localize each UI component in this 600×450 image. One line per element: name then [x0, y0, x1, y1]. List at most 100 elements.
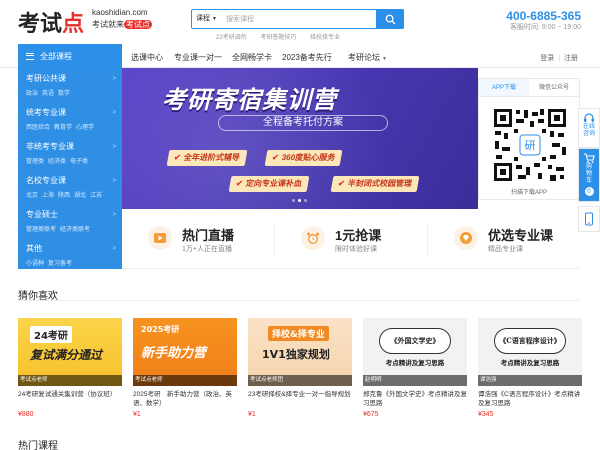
hot-link[interactable]: 22考研调剂 [216, 35, 247, 41]
category-sub-link[interactable]: 西医综合 [26, 125, 50, 131]
menu-icon [26, 52, 34, 60]
course-thumbnail: 24考研 复试满分通过 考试点老师 [18, 318, 122, 386]
course-price: ¥345 [478, 411, 494, 418]
check-icon: ✔ [271, 153, 280, 162]
category-sub-link[interactable]: 数学 [58, 91, 70, 97]
category-sub-links: 西医综合 教育学 心理学 [26, 122, 122, 131]
category-sub-link[interactable]: 英语 [42, 91, 54, 97]
feature-subtitle: 限时体验好课 [335, 246, 377, 253]
category-sub-link[interactable]: 小语种 [26, 261, 44, 267]
category-title: 非统考专业课 [26, 142, 74, 151]
course-teacher-badge: 谭浩强 [478, 375, 582, 386]
category-sub-links: 政治 英语 数学 [26, 88, 122, 97]
category-sub-link[interactable]: 经济类联考 [60, 227, 90, 233]
site-logo[interactable]: 考试点 kaoshidian.com 考试就来 考试点 [18, 6, 158, 37]
course-card[interactable]: 《C语言程序设计》 考点精讲及复习思路 谭浩强 谭浩强《C语言程序设计》考点精讲… [478, 318, 582, 418]
category-sub-link[interactable]: 江苏 [90, 193, 102, 199]
phone-icon [585, 212, 593, 226]
register-link[interactable]: 注册 [564, 55, 578, 62]
app-download-panel: APP下载 微信公众号 研 扫描下载APP [478, 78, 580, 200]
category-sub-link[interactable]: 北京 [26, 193, 38, 199]
logo-wordmark: 考试点 [18, 11, 85, 37]
carousel-dot[interactable] [292, 199, 295, 202]
course-name: 郑克鲁《外国文学史》考点精讲及复习思路 [363, 391, 467, 407]
online-consult-button[interactable]: 在线咨询 [578, 108, 600, 148]
category-title: 统考专业课 [26, 108, 66, 117]
main-nav: 全部课程 选课中心 专业课一对一 全网畅学卡 2023备考先行 考研论坛 ▼ 登录… [0, 44, 600, 68]
course-teacher-badge: 考试点老师 [133, 375, 237, 386]
category-sub-link[interactable]: 管理类 [26, 159, 44, 165]
nav-item-forum[interactable]: 考研论坛 ▼ [348, 52, 387, 63]
banner-tag: ✔360度贴心服务 [264, 150, 343, 166]
alarm-clock-icon [301, 226, 325, 250]
category-sub-link[interactable]: 管理类联考 [26, 227, 56, 233]
search-category-select[interactable]: 课程 ▼ [196, 13, 217, 23]
thumb-headline: 复试满分通过 [30, 348, 103, 362]
category-sub-link[interactable]: 湖北 [74, 193, 86, 199]
category-public-courses[interactable]: 考研公共课 政治 英语 数学 > [18, 68, 122, 102]
cart-icon [584, 153, 595, 163]
thumb-book-title: 《C语言程序设计》 [494, 328, 566, 354]
mobile-app-button[interactable] [578, 206, 600, 232]
nav-item-2023-prep[interactable]: 2023备考先行 [282, 52, 332, 63]
category-sub-link[interactable]: 心理学 [76, 125, 94, 131]
category-sub-link[interactable]: 教育学 [54, 125, 72, 131]
category-title: 专业硕士 [26, 210, 58, 219]
hero-banner[interactable]: 考研寄宿集训营 全程备考托付方案 ✔全年进阶式辅导 ✔360度贴心服务 ✔定向专… [122, 68, 478, 209]
course-price: ¥675 [363, 411, 379, 418]
feature-live[interactable]: 热门直播 1万+人正在直播 [122, 209, 274, 269]
search-input[interactable] [226, 12, 366, 26]
tab-app-download[interactable]: APP下载 [479, 79, 529, 96]
cart-button[interactable]: 购物车 0 [578, 148, 600, 202]
feature-major-course[interactable]: 优选专业课 精品专业课 [428, 209, 580, 269]
banner-subtitle: 全程备考托付方案 [218, 115, 388, 131]
login-link[interactable]: 登录 [540, 55, 554, 62]
category-sub-link[interactable]: 政治 [26, 91, 38, 97]
hot-search-links: 22考研调剂 考研答题技巧 择校择专业 [216, 32, 352, 41]
nav-item-course-center[interactable]: 选课中心 [131, 52, 163, 63]
course-card[interactable]: 24考研 复试满分通过 考试点老师 24考研复试通关集训营（协议班） ¥880 [18, 318, 122, 418]
category-sub-link[interactable]: 电子类 [70, 159, 88, 165]
section-divider [18, 300, 580, 301]
category-sub-link[interactable]: 上海 [42, 193, 54, 199]
category-sub-links: 管理类 经济类 电子类 [26, 156, 122, 165]
headset-icon [584, 113, 594, 122]
course-teacher-badge: 赵明明 [363, 375, 467, 386]
logo-slogan: 考试就来 考试点 [92, 20, 152, 29]
category-sub-link[interactable]: 复习备考 [48, 261, 72, 267]
carousel-dot-active[interactable] [298, 199, 301, 202]
hot-link[interactable]: 考研答题技巧 [260, 35, 296, 41]
thumb-tag: 2025考研 [141, 325, 180, 334]
thumb-book-title: 《外国文学史》 [379, 328, 451, 354]
category-sub-links: 小语种 复习备考 [26, 258, 122, 267]
consult-label: 在线咨询 [583, 124, 596, 137]
category-professional-master[interactable]: 专业硕士 管理类联考 经济类联考 > [18, 204, 122, 238]
course-card[interactable]: 《外国文学史》 考点精讲及复习思路 赵明明 郑克鲁《外国文学史》考点精讲及复习思… [363, 318, 467, 418]
course-card[interactable]: 2025考研 新手助力营 考试点老师 2025考研 新手助力营（政治、英语、数学… [133, 318, 237, 418]
search-button[interactable] [376, 9, 404, 29]
category-title: 名校专业课 [26, 176, 66, 185]
course-card[interactable]: 择校&择专业 1V1独家规划 考试点老师团 23考研择校&择专业一对一指导规划 … [248, 318, 352, 418]
course-teacher-badge: 考试点老师 [18, 375, 122, 386]
course-thumbnail: 择校&择专业 1V1独家规划 考试点老师团 [248, 318, 352, 386]
category-sub-link[interactable]: 陕西 [58, 193, 70, 199]
chevron-right-icon: > [112, 178, 116, 184]
carousel-dot[interactable] [304, 199, 307, 202]
all-courses-button[interactable]: 全部课程 [18, 44, 122, 68]
service-hours: 客服时间: 9:00 ~ 19:00 [509, 24, 581, 31]
nav-item-one-on-one[interactable]: 专业课一对一 [174, 52, 222, 63]
course-thumbnail: 2025考研 新手助力营 考试点老师 [133, 318, 237, 386]
app-caption: 扫描下载APP [510, 190, 547, 196]
feature-one-yuan[interactable]: 1元抢课 限时体验好课 [275, 209, 427, 269]
category-sub-link[interactable]: 经济类 [48, 159, 66, 165]
category-famous-schools[interactable]: 名校专业课 北京 上海 陕西 湖北 江苏 > [18, 170, 122, 204]
category-other[interactable]: 其他 小语种 复习备考 > [18, 238, 122, 272]
tab-wechat[interactable]: 微信公众号 [529, 79, 579, 96]
category-unified-major[interactable]: 统考专业课 西医综合 教育学 心理学 > [18, 102, 122, 136]
nav-item-study-card[interactable]: 全网畅学卡 [232, 52, 272, 63]
hot-link[interactable]: 择校择专业 [310, 35, 340, 41]
course-teacher-badge: 考试点老师团 [248, 375, 352, 386]
caret-down-icon: ▼ [382, 56, 387, 62]
category-non-unified-major[interactable]: 非统考专业课 管理类 经济类 电子类 > [18, 136, 122, 170]
course-thumbnail: 《C语言程序设计》 考点精讲及复习思路 谭浩强 [478, 318, 582, 386]
